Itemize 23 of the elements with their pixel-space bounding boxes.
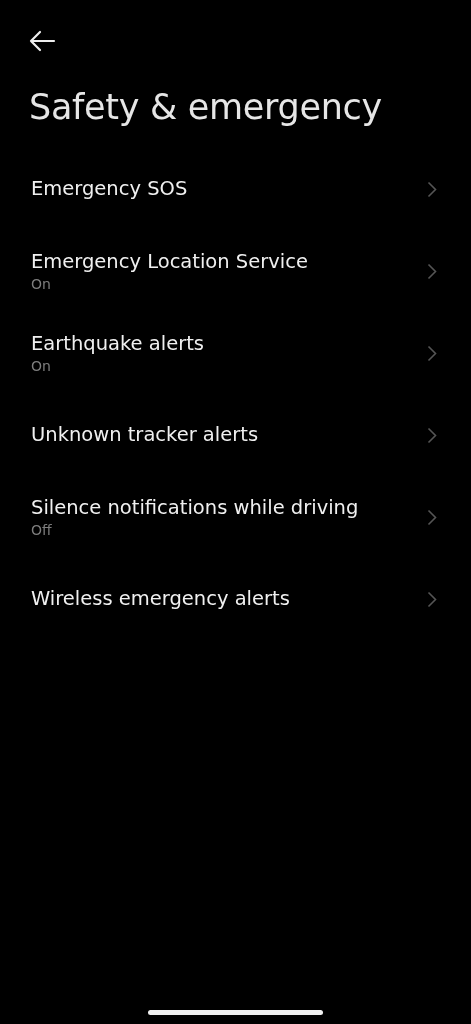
item-status: Off (31, 521, 53, 539)
settings-item[interactable]: Unknown tracker alerts (0, 394, 471, 476)
settings-item[interactable]: Emergency Location Service On (0, 230, 471, 312)
item-label: Emergency SOS (31, 176, 189, 202)
chevron-right-icon (427, 426, 437, 444)
settings-item[interactable]: Silence notifications while driving Off (0, 476, 471, 558)
chevron-right-icon (427, 180, 437, 198)
settings-item[interactable]: Emergency SOS (0, 148, 471, 230)
chevron-right-icon (427, 344, 437, 362)
settings-item[interactable]: Earthquake alerts On (0, 312, 471, 394)
item-label: Wireless emergency alerts (31, 586, 291, 612)
page-title: Safety & emergency (28, 86, 383, 129)
chevron-right-icon (427, 262, 437, 280)
settings-item[interactable]: Wireless emergency alerts (0, 558, 471, 640)
chevron-right-icon (427, 590, 437, 608)
item-status: On (31, 275, 52, 293)
item-status: On (31, 357, 52, 375)
back-button[interactable] (28, 30, 58, 52)
item-label: Emergency Location Service (31, 249, 309, 275)
item-label: Earthquake alerts (31, 331, 205, 357)
item-label: Unknown tracker alerts (31, 422, 260, 448)
item-label: Silence notifications while driving (31, 495, 360, 521)
chevron-right-icon (427, 508, 437, 526)
